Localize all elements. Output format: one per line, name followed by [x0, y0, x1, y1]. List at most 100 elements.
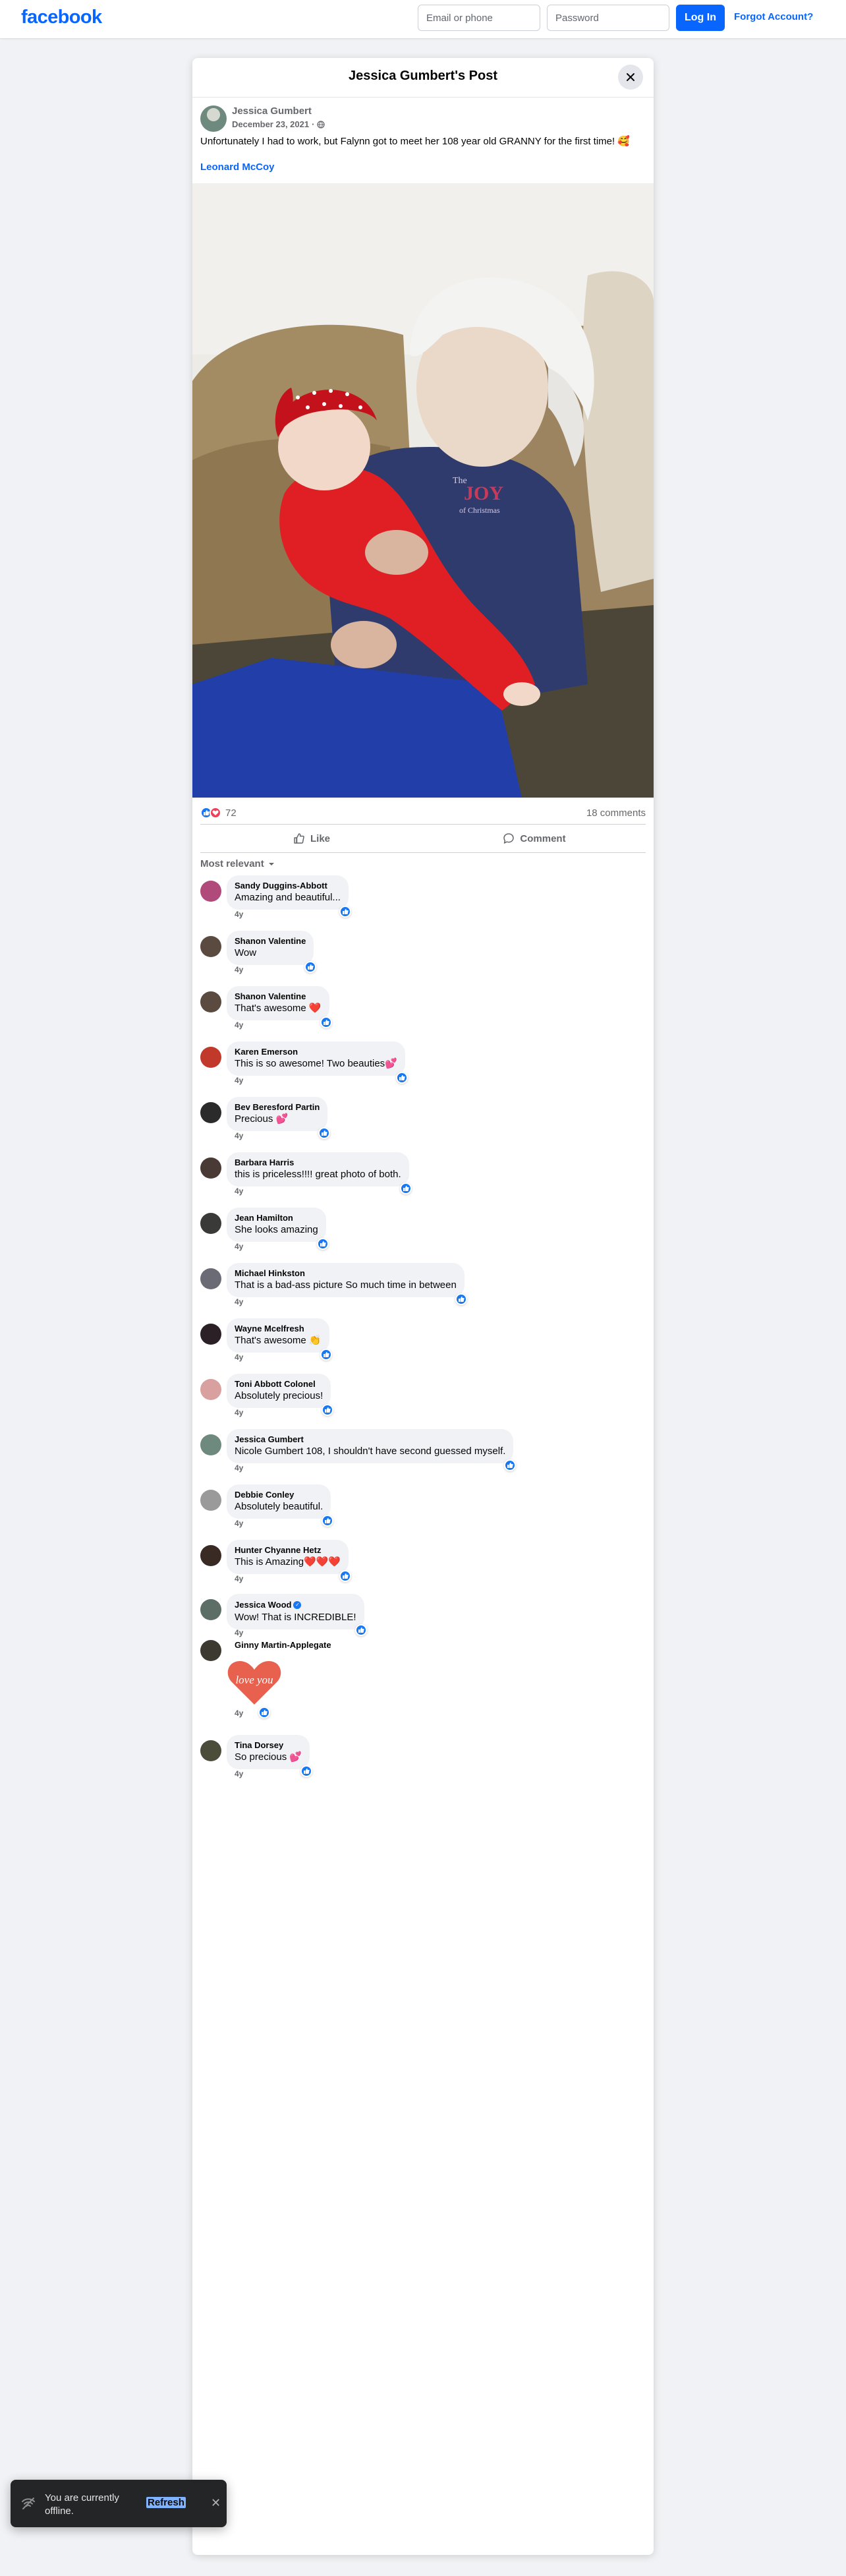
comment-timestamp[interactable]: 4y	[235, 1574, 243, 1583]
email-input[interactable]	[418, 5, 540, 31]
comment-text: Absolutely precious!	[235, 1390, 324, 1401]
commenter-name[interactable]: Debbie Conley	[235, 1490, 323, 1500]
shirt-text-2: JOY	[464, 483, 503, 504]
comment-bubble: Debbie Conley Absolutely beautiful.	[227, 1484, 331, 1519]
commenter-name[interactable]: Jessica Gumbert	[235, 1434, 505, 1445]
commenter-name[interactable]: Wayne Mcelfresh	[235, 1324, 322, 1334]
commenter-avatar[interactable]	[200, 1268, 221, 1289]
commenter-avatar[interactable]	[200, 1640, 221, 1661]
comment-like-reaction-icon[interactable]	[258, 1707, 270, 1718]
post-date[interactable]: December 23, 2021	[232, 119, 309, 129]
login-button[interactable]: Log In	[676, 5, 725, 31]
commenter-name[interactable]: Bev Beresford Partin	[235, 1102, 320, 1113]
comment-text: This is so awesome! Two beauties💕	[235, 1058, 397, 1069]
commenter-name[interactable]: Shanon Valentine	[235, 991, 322, 1002]
commenter-avatar[interactable]	[200, 1545, 221, 1566]
comment-like-reaction-icon[interactable]	[317, 1238, 329, 1250]
love-you-sticker: love you	[227, 1658, 282, 1706]
commenter-name[interactable]: Jessica Wood	[235, 1600, 291, 1610]
comment-filter-dropdown[interactable]: Most relevant	[200, 858, 275, 869]
reaction-count[interactable]: 72	[225, 807, 237, 819]
comment-like-reaction-icon[interactable]	[320, 1349, 332, 1361]
comment-like-reaction-icon[interactable]	[322, 1515, 333, 1527]
chevron-down-icon	[268, 862, 274, 865]
commenter-name[interactable]: Karen Emerson	[235, 1047, 397, 1057]
comment-timestamp[interactable]: 4y	[235, 1408, 243, 1417]
comment-bubble: Sandy Duggins-Abbott Amazing and beautifu…	[227, 875, 349, 910]
commenter-avatar[interactable]	[200, 1490, 221, 1511]
commenter-avatar[interactable]	[200, 1157, 221, 1179]
commenter-name[interactable]: Michael Hinkston	[235, 1268, 457, 1279]
comment-like-reaction-icon[interactable]	[322, 1404, 333, 1416]
offline-toast: You are currently offline. Refresh ✕	[11, 2480, 227, 2527]
comment-timestamp[interactable]: 4y	[235, 1709, 243, 1718]
comment-timestamp[interactable]: 4y	[235, 910, 243, 919]
forgot-account-link[interactable]: Forgot Account?	[734, 11, 813, 22]
author-name[interactable]: Jessica Gumbert	[232, 105, 312, 117]
close-button[interactable]	[618, 65, 643, 90]
commenter-name[interactable]: Sandy Duggins-Abbott	[235, 881, 341, 891]
commenter-avatar[interactable]	[200, 1599, 221, 1620]
comment-like-reaction-icon[interactable]	[318, 1127, 330, 1139]
comment-timestamp[interactable]: 4y	[235, 1769, 243, 1778]
comment-timestamp[interactable]: 4y	[235, 1131, 243, 1140]
comment-like-reaction-icon[interactable]	[504, 1459, 516, 1471]
commenter-avatar[interactable]	[200, 1379, 221, 1400]
comment-count[interactable]: 18 comments	[586, 807, 646, 819]
comment-timestamp[interactable]: 4y	[235, 1519, 243, 1528]
commenter-avatar[interactable]	[200, 1213, 221, 1234]
top-navigation-bar: facebook Log In Forgot Account?	[0, 0, 846, 38]
commenter-name[interactable]: Ginny Martin-Applegate	[235, 1640, 331, 1651]
comment-button[interactable]: Comment	[423, 825, 646, 852]
comment-text: This is Amazing❤️❤️❤️	[235, 1556, 341, 1567]
commenter-name[interactable]: Tina Dorsey	[235, 1740, 302, 1751]
comment-like-reaction-icon[interactable]	[339, 1570, 351, 1582]
like-label: Like	[310, 833, 330, 844]
comment-timestamp[interactable]: 4y	[235, 1076, 243, 1085]
commenter-avatar[interactable]	[200, 936, 221, 957]
comment-timestamp[interactable]: 4y	[235, 1242, 243, 1251]
reaction-icons[interactable]: 72	[200, 807, 237, 819]
tagged-person-link[interactable]: Leonard McCoy	[200, 161, 275, 173]
comment-like-reaction-icon[interactable]	[400, 1183, 412, 1194]
comment-like-reaction-icon[interactable]	[300, 1765, 312, 1777]
toast-close-icon[interactable]: ✕	[211, 2496, 221, 2510]
globe-icon	[317, 120, 325, 129]
password-input[interactable]	[547, 5, 669, 31]
author-avatar[interactable]	[200, 105, 227, 132]
commenter-avatar[interactable]	[200, 1740, 221, 1761]
comment-like-reaction-icon[interactable]	[304, 961, 316, 973]
reactions-summary: 72 18 comments	[200, 803, 646, 823]
commenter-avatar[interactable]	[200, 881, 221, 902]
like-button[interactable]: Like	[200, 825, 423, 852]
comment-timestamp[interactable]: 4y	[235, 1020, 243, 1030]
comment-text: She looks amazing	[235, 1224, 318, 1235]
thumbs-up-icon	[294, 833, 304, 844]
commenter-avatar[interactable]	[200, 1434, 221, 1455]
commenter-name[interactable]: Hunter Chyanne Hetz	[235, 1545, 341, 1556]
commenter-avatar[interactable]	[200, 991, 221, 1012]
comment-timestamp[interactable]: 4y	[235, 965, 243, 974]
facebook-logo[interactable]: facebook	[21, 7, 102, 28]
comment-timestamp[interactable]: 4y	[235, 1186, 243, 1196]
comment-like-reaction-icon[interactable]	[320, 1016, 332, 1028]
commenter-name[interactable]: Jean Hamilton	[235, 1213, 318, 1223]
comment-like-reaction-icon[interactable]	[339, 906, 351, 918]
commenter-name[interactable]: Toni Abbott Colonel	[235, 1379, 323, 1390]
comment-like-reaction-icon[interactable]	[455, 1293, 467, 1305]
commenter-name[interactable]: Shanon Valentine	[235, 936, 306, 947]
post-photo[interactable]: The JOY of Christmas	[192, 183, 654, 798]
commenter-avatar[interactable]	[200, 1047, 221, 1068]
comment-timestamp[interactable]: 4y	[235, 1297, 243, 1306]
comment-like-reaction-icon[interactable]	[396, 1072, 408, 1084]
comment-bubble: Tina Dorsey So precious 💕	[227, 1735, 310, 1769]
commenter-avatar[interactable]	[200, 1102, 221, 1123]
comment-bubble: Jessica Wood ✓ Wow! That is INCREDIBLE!	[227, 1594, 364, 1629]
commenter-name[interactable]: Barbara Harris	[235, 1157, 401, 1168]
refresh-button[interactable]: Refresh	[146, 2497, 186, 2508]
shirt-text-3: of Christmas	[459, 506, 500, 515]
comment-like-reaction-icon[interactable]	[355, 1624, 367, 1636]
commenter-avatar[interactable]	[200, 1324, 221, 1345]
comment-timestamp[interactable]: 4y	[235, 1463, 243, 1473]
comment-timestamp[interactable]: 4y	[235, 1353, 243, 1362]
